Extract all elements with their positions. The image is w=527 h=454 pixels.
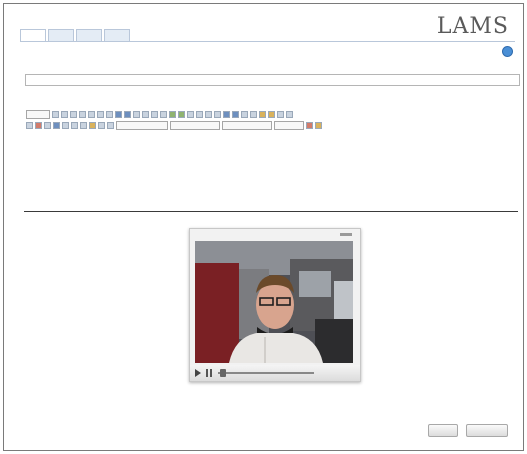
source-button[interactable] <box>26 110 50 119</box>
authoring-window: LAMS <box>3 3 524 451</box>
lams-logo: LAMS <box>436 14 509 39</box>
video-menu-icon[interactable] <box>340 233 352 236</box>
italic-icon[interactable] <box>178 111 185 118</box>
subscript-icon[interactable] <box>205 111 212 118</box>
find-icon[interactable] <box>133 111 140 118</box>
seek-bar[interactable] <box>218 372 314 374</box>
editor-toolbar-row-1 <box>26 110 293 119</box>
editor-content-area[interactable] <box>25 133 517 209</box>
title-input[interactable] <box>25 74 520 86</box>
table-icon[interactable] <box>71 122 78 129</box>
font-select[interactable] <box>222 121 272 130</box>
align-center-icon[interactable] <box>277 111 284 118</box>
tab-underline <box>20 41 515 42</box>
link-icon[interactable] <box>26 122 33 129</box>
superscript-icon[interactable] <box>214 111 221 118</box>
paste-text-icon[interactable] <box>106 111 113 118</box>
copy-icon[interactable] <box>88 111 95 118</box>
numbered-list-icon[interactable] <box>223 111 230 118</box>
anchor-icon[interactable] <box>44 122 51 129</box>
size-select[interactable] <box>274 121 304 130</box>
bold-icon[interactable] <box>169 111 176 118</box>
editor-toolbar-row-2 <box>26 121 322 130</box>
cut-icon[interactable] <box>79 111 86 118</box>
video-header <box>190 229 360 240</box>
strike-icon[interactable] <box>196 111 203 118</box>
style-select[interactable] <box>116 121 168 130</box>
webcam-frame-image <box>195 241 353 363</box>
seek-handle[interactable] <box>220 369 226 377</box>
redo-icon[interactable] <box>124 111 131 118</box>
horizontal-rule-icon[interactable] <box>80 122 87 129</box>
new-page-icon[interactable] <box>52 111 59 118</box>
unlink-icon[interactable] <box>35 122 42 129</box>
play-icon[interactable] <box>195 369 201 377</box>
flash-icon[interactable] <box>62 122 69 129</box>
preview-icon[interactable] <box>61 111 68 118</box>
image-icon[interactable] <box>53 122 60 129</box>
indent-icon[interactable] <box>250 111 257 118</box>
select-all-icon[interactable] <box>151 111 158 118</box>
remove-format-icon[interactable] <box>160 111 167 118</box>
align-right-icon[interactable] <box>286 111 293 118</box>
video-player[interactable] <box>189 228 361 382</box>
blockquote-icon[interactable] <box>259 111 266 118</box>
save-button[interactable] <box>428 424 458 437</box>
bullet-list-icon[interactable] <box>232 111 239 118</box>
undo-icon[interactable] <box>115 111 122 118</box>
paste-icon[interactable] <box>97 111 104 118</box>
cancel-button[interactable] <box>466 424 508 437</box>
special-char-icon[interactable] <box>98 122 105 129</box>
underline-icon[interactable] <box>187 111 194 118</box>
help-icon[interactable] <box>502 46 513 57</box>
video-controls <box>190 365 360 381</box>
templates-icon[interactable] <box>70 111 77 118</box>
smiley-icon[interactable] <box>89 122 96 129</box>
page-break-icon[interactable] <box>107 122 114 129</box>
replace-icon[interactable] <box>142 111 149 118</box>
format-select[interactable] <box>170 121 220 130</box>
editor-bottom-border <box>24 211 518 212</box>
outdent-icon[interactable] <box>241 111 248 118</box>
bg-color-icon[interactable] <box>315 122 322 129</box>
pause-icon[interactable] <box>206 369 212 377</box>
align-left-icon[interactable] <box>268 111 275 118</box>
text-color-icon[interactable] <box>306 122 313 129</box>
video-screen[interactable] <box>195 241 353 363</box>
